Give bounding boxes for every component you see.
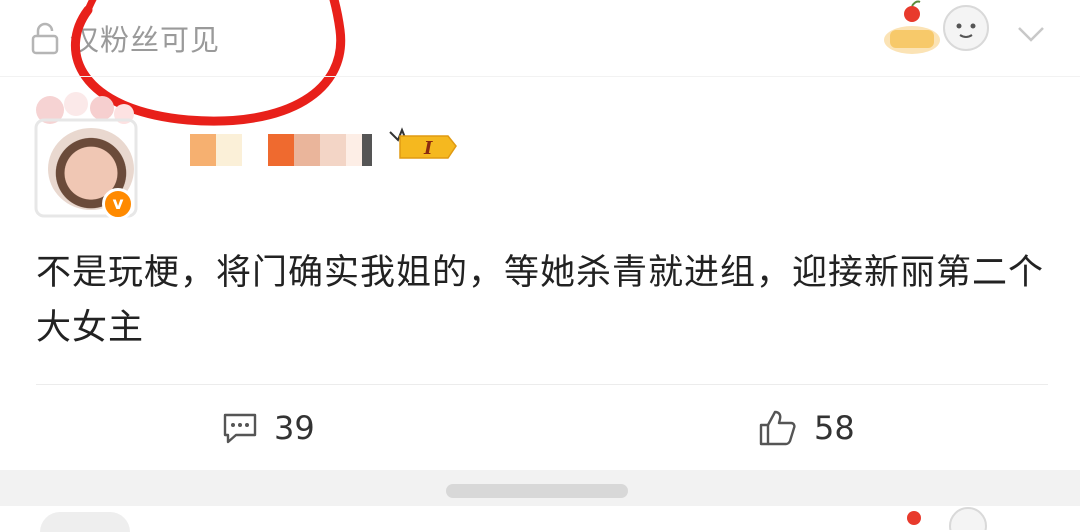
verified-badge: v (102, 188, 134, 220)
comment-count: 39 (274, 409, 315, 447)
chevron-down-icon[interactable] (1016, 22, 1046, 46)
timestamp-redacted (176, 190, 296, 214)
level-badge-label: I (423, 138, 433, 159)
divider (0, 76, 1080, 77)
next-post-avatar[interactable] (40, 512, 130, 532)
comment-icon (223, 413, 257, 444)
comment-button[interactable]: 39 (222, 404, 315, 452)
scrollbar-indicator[interactable] (446, 484, 628, 498)
like-button[interactable]: 58 (758, 404, 855, 452)
lock-icon (31, 22, 59, 55)
level-badge: I (389, 127, 457, 159)
next-post-decoration-sticker (907, 507, 987, 530)
post-card: 仅粉丝可见 v I 不是玩梗，将门确实我姐的，等她杀青就进组，迎接新丽第二个大女… (0, 0, 1080, 470)
thumbs-up-icon (759, 410, 796, 446)
visibility-label: 仅粉丝可见 (70, 23, 221, 57)
card-decoration-sticker (884, 0, 989, 54)
username-redacted[interactable] (190, 134, 372, 166)
post-content: 不是玩梗，将门确实我姐的，等她杀青就进组，迎接新丽第二个大女主 (36, 253, 1045, 348)
visibility-indicator: 仅粉丝可见 (30, 16, 220, 60)
like-count: 58 (814, 409, 855, 447)
divider (36, 384, 1048, 385)
